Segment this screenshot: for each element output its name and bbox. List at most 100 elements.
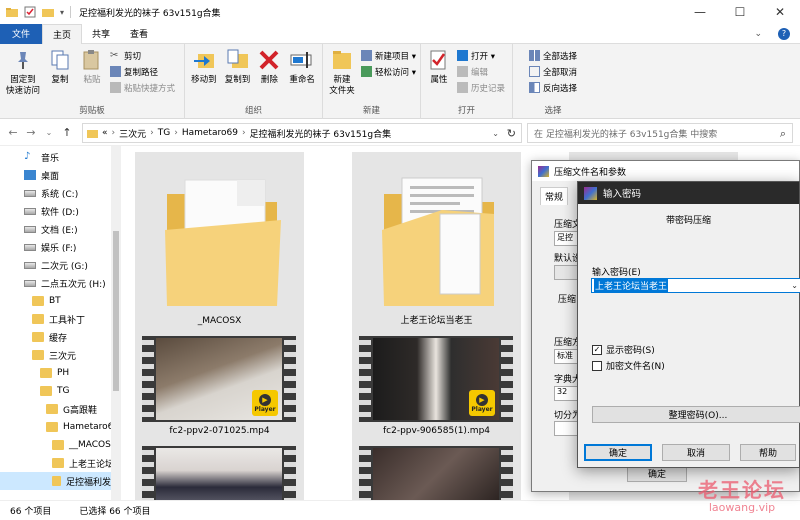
film-strip-icon — [359, 446, 371, 500]
copy-to-icon — [227, 49, 248, 68]
breadcrumb[interactable]: « › 三次元 › TG › Hametaro69 › 足控福利发光的袜子 63… — [82, 123, 522, 143]
nav-item-tg[interactable]: TG — [40, 382, 69, 400]
new-folder-icon[interactable] — [42, 6, 54, 18]
quick-access-dropdown-icon[interactable]: ▾ — [60, 8, 64, 17]
file-name: fc2-ppv-906585(1).mp4 — [382, 426, 491, 436]
password-input[interactable]: 上老王论坛当老王 ⌄ — [591, 278, 800, 293]
file-tile[interactable]: ▶ Player fc2-ppv2-071025.mp4 — [135, 330, 304, 440]
drive-icon — [24, 261, 36, 269]
encrypt-filenames-checkbox[interactable]: 加密文件名(N) — [592, 359, 665, 372]
properties-check-icon[interactable] — [24, 6, 36, 18]
tab-view[interactable]: 查看 — [120, 24, 158, 44]
file-tile[interactable]: 上老王论坛当老王 — [352, 152, 521, 330]
edit-button[interactable]: 编辑 — [457, 65, 505, 78]
paste-icon — [83, 50, 99, 70]
selection-count: 已选择 66 个项目 — [79, 507, 151, 517]
select-none-icon — [529, 66, 540, 77]
folder-icon — [32, 332, 44, 342]
select-none-button[interactable]: 全部取消 — [529, 65, 577, 78]
easy-access-button[interactable]: 轻松访问 ▾ — [361, 65, 416, 78]
tab-file[interactable]: 文件 — [0, 23, 43, 44]
password-cancel-button[interactable]: 取消 — [662, 444, 730, 461]
breadcrumb-item[interactable]: TG — [158, 128, 170, 138]
tab-home[interactable]: 主页 — [42, 23, 83, 44]
organize-passwords-button[interactable]: 整理密码(O)... — [592, 406, 800, 423]
breadcrumb-item[interactable]: 三次元 — [119, 127, 146, 140]
breadcrumb-overflow[interactable]: « — [102, 128, 108, 138]
help-icon[interactable]: ? — [778, 27, 790, 40]
nav-item-drive-e[interactable]: 文档 (E:) — [24, 220, 78, 238]
desktop-icon — [24, 170, 36, 180]
copy-path-icon — [110, 66, 121, 77]
folder-icon — [87, 130, 98, 138]
up-arrow-icon[interactable]: ↑ — [58, 126, 76, 139]
file-tile[interactable]: _MACOSX — [135, 152, 304, 330]
music-icon: ♪ — [24, 151, 31, 162]
chevron-right-icon: › — [241, 128, 246, 138]
nav-item-cache[interactable]: 缓存 — [32, 328, 67, 346]
invert-selection-button[interactable]: 反向选择 — [529, 81, 577, 94]
paste-shortcut-button[interactable]: 粘贴快捷方式 — [110, 81, 175, 94]
move-to-icon — [193, 54, 214, 68]
open-button[interactable]: 打开 ▾ — [457, 49, 505, 62]
scrollbar-thumb[interactable] — [113, 231, 119, 391]
refresh-icon[interactable]: ↻ — [507, 127, 516, 140]
new-folder-icon — [333, 51, 351, 69]
recent-dropdown-icon[interactable]: ⌄ — [40, 128, 58, 137]
nav-item-tools[interactable]: 工具补丁 — [32, 310, 85, 328]
copy-path-button[interactable]: 复制路径 — [110, 65, 175, 78]
history-button[interactable]: 历史记录 — [457, 81, 505, 94]
archive-dialog-titlebar: 压缩文件名和参数 — [532, 161, 799, 181]
nav-item-drive-f[interactable]: 娱乐 (F:) — [24, 238, 76, 256]
file-name: fc2-ppv2-071025.mp4 — [169, 426, 270, 436]
password-ok-button[interactable]: 确定 — [584, 444, 652, 461]
nav-item-desktop[interactable]: 桌面 — [24, 166, 59, 184]
nav-item-drive-c[interactable]: 系统 (C:) — [24, 184, 78, 202]
breadcrumb-item[interactable]: 足控福利发光的袜子 63v151g合集 — [250, 127, 392, 140]
nav-item-music[interactable]: ♪ 音乐 — [24, 148, 59, 166]
nav-item-laowang[interactable]: 上老王论坛 — [52, 454, 114, 472]
maximize-button[interactable]: ☐ — [720, 0, 760, 24]
minimize-button[interactable]: — — [680, 0, 720, 24]
history-icon — [457, 82, 468, 93]
forward-arrow-icon[interactable]: → — [22, 126, 40, 139]
back-arrow-icon[interactable]: ← — [4, 126, 22, 139]
nav-item-bt[interactable]: BT — [32, 292, 61, 310]
search-input[interactable]: 在 足控福利发光的袜子 63v151g合集 中搜索 ⌕ — [527, 123, 793, 143]
password-help-button[interactable]: 帮助 — [740, 444, 796, 461]
file-tile[interactable] — [352, 440, 521, 500]
file-tile[interactable]: ▶ Player fc2-ppv-906585(1).mp4 — [352, 330, 521, 440]
tab-general[interactable]: 常规 — [540, 187, 569, 205]
folder-icon — [52, 458, 64, 468]
file-tile[interactable] — [135, 440, 304, 500]
show-password-checkbox[interactable]: ✓ 显示密码(S) — [592, 343, 655, 356]
nav-item-3d[interactable]: 三次元 — [32, 346, 76, 364]
tab-share[interactable]: 共享 — [82, 24, 120, 44]
folder-icon — [32, 350, 44, 360]
nav-scrollbar[interactable] — [111, 146, 121, 500]
film-strip-icon — [284, 336, 296, 422]
nav-item-drive-d[interactable]: 软件 (D:) — [24, 202, 79, 220]
nav-item-hametaro[interactable]: Hametaro6 — [46, 418, 113, 436]
delete-x-icon — [259, 50, 279, 70]
clipboard-group: 固定到 快速访问 复制 粘贴 ✂ 剪切 复制路径 粘贴快捷方式 剪贴板 — [0, 44, 185, 119]
search-icon: ⌕ — [779, 127, 786, 140]
item-count: 66 个项目 — [10, 507, 52, 517]
winrar-icon — [584, 186, 597, 200]
nav-item-ph[interactable]: PH — [40, 364, 69, 382]
nav-item-macosx[interactable]: __MACOS — [52, 436, 111, 454]
breadcrumb-item[interactable]: Hametaro69 — [182, 128, 238, 138]
cut-button[interactable]: ✂ 剪切 — [110, 49, 175, 62]
new-item-button[interactable]: 新建项目 ▾ — [361, 49, 416, 62]
expand-ribbon-icon[interactable]: ⌄ — [754, 29, 762, 39]
select-all-button[interactable]: 全部选择 — [529, 49, 577, 62]
nav-item-drive-h[interactable]: 二点五次元 (H:) — [24, 274, 106, 292]
chevron-down-icon[interactable]: ⌄ — [791, 281, 798, 290]
close-button[interactable]: ✕ — [760, 0, 800, 24]
nav-item-current[interactable]: 足控福利发 — [0, 472, 111, 490]
nav-item-heels[interactable]: G高跟鞋 — [46, 400, 97, 418]
nav-item-drive-g[interactable]: 二次元 (G:) — [24, 256, 88, 274]
new-group-label: 新建 — [362, 106, 380, 116]
drive-icon — [24, 225, 36, 233]
address-dropdown-icon[interactable]: ⌄ — [492, 129, 499, 138]
